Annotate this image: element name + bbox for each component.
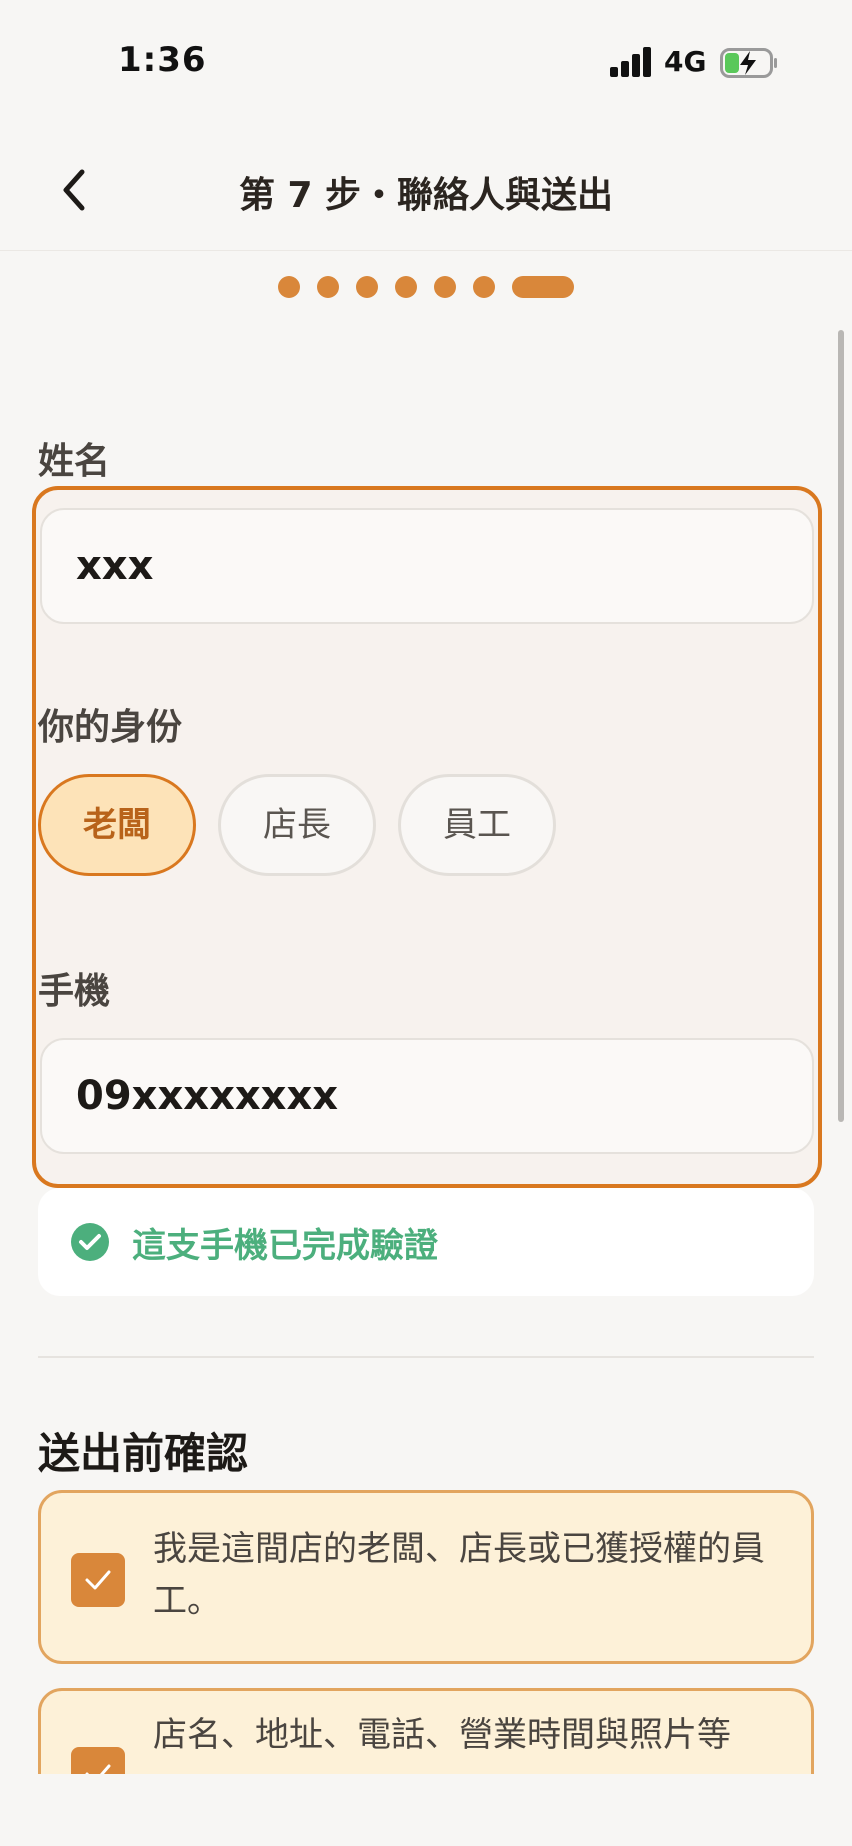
- step-dot: [434, 276, 456, 298]
- phone-input[interactable]: 09xxxxxxxx: [40, 1038, 814, 1154]
- name-input[interactable]: xxx: [40, 508, 814, 624]
- bottom-safe-area: [0, 1774, 852, 1846]
- name-label: 姓名: [38, 441, 111, 482]
- phone-verified-notice: 這支手機已完成驗證: [38, 1188, 814, 1296]
- confirm-item-text: 我是這間店的老闆、店長或已獲授權的員工。: [153, 1529, 765, 1621]
- signal-icon: [610, 47, 654, 77]
- checkmark-icon: [85, 1570, 111, 1590]
- step-progress-indicator: [0, 276, 852, 298]
- step-dot: [473, 276, 495, 298]
- role-chip-owner[interactable]: 老闆: [38, 774, 196, 876]
- checkbox-checked[interactable]: [71, 1553, 125, 1607]
- divider: [38, 1356, 814, 1358]
- step-dot: [395, 276, 417, 298]
- step-dot: [278, 276, 300, 298]
- step-dot: [317, 276, 339, 298]
- confirm-item-authorized[interactable]: 我是這間店的老闆、店長或已獲授權的員工。: [38, 1490, 814, 1664]
- confirm-section-title: 送出前確認: [38, 1429, 249, 1478]
- screen: 1:36 4G 第 7 步・聯絡人與送出 姓名 xxx 你的身份 老闆 店長 員…: [0, 0, 852, 1846]
- phone-label: 手機: [38, 971, 111, 1012]
- role-label: 你的身份: [38, 707, 183, 748]
- check-circle-icon: [71, 1223, 109, 1261]
- role-chip-staff[interactable]: 員工: [398, 774, 556, 876]
- status-time: 1:36: [118, 40, 207, 80]
- network-type: 4G: [664, 45, 707, 78]
- phone-verified-text: 這支手機已完成驗證: [132, 1226, 438, 1266]
- step-dot-current: [512, 276, 574, 298]
- confirm-item-text: 店名、地址、電話、營業時間與照片等: [153, 1715, 731, 1755]
- scrollbar[interactable]: [838, 330, 844, 1122]
- header: 第 7 步・聯絡人與送出: [0, 130, 852, 251]
- page-title: 第 7 步・聯絡人與送出: [238, 175, 614, 216]
- battery-charging-icon: [720, 48, 777, 78]
- role-chip-manager[interactable]: 店長: [218, 774, 376, 876]
- role-options: 老闆 店長 員工: [38, 774, 556, 876]
- step-dot: [356, 276, 378, 298]
